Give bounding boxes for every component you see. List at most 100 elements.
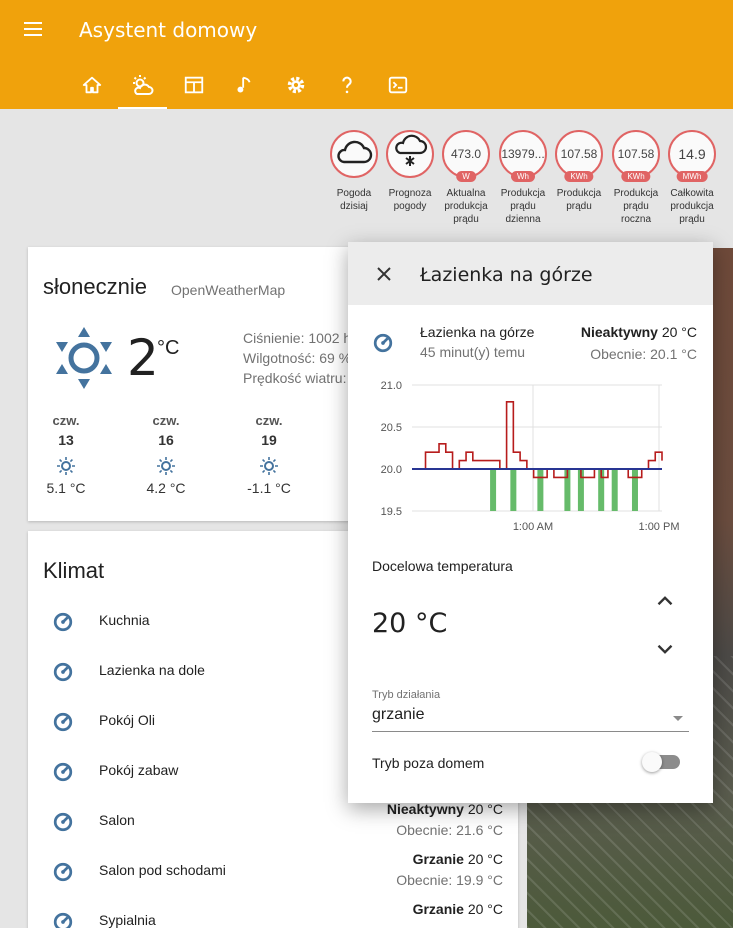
- climate-mode: Grzanie: [412, 851, 464, 867]
- chevron-down-icon[interactable]: [652, 636, 678, 667]
- badge-unit: KWh: [621, 171, 651, 182]
- forecast-date: 13: [58, 432, 74, 448]
- dialog-header: Łazienka na górze: [348, 242, 713, 305]
- weather-partly-cloudy-icon: [131, 74, 155, 103]
- badge-power-now[interactable]: 473.0 W Aktualna produkcja prądu: [441, 130, 491, 226]
- weather-temperature: 2: [127, 329, 159, 387]
- climate-current: Obecnie: 21.6 °C: [396, 822, 503, 838]
- climate-state: Grzanie 20 °C: [413, 851, 503, 867]
- entity-state-mode: Nieaktywny: [580, 324, 658, 340]
- badge-forecast[interactable]: Prognoza pogody: [385, 130, 435, 213]
- y-tick-label: 19.5: [381, 506, 402, 518]
- climate-row[interactable]: Sypialnia Grzanie 20 °C: [28, 897, 518, 928]
- climate-name: Pokój Oli: [99, 712, 156, 728]
- forecast-day: czw.: [152, 413, 180, 428]
- weather-state: słonecznie: [43, 274, 147, 299]
- climate-row[interactable]: Salon Nieaktywny 20 °C Obecnie: 21.6 °C: [28, 797, 518, 847]
- gear-icon: [285, 74, 307, 101]
- climate-name: Pokój zabaw: [99, 762, 179, 778]
- forecast-day: czw.: [255, 413, 283, 428]
- tab-music[interactable]: [219, 64, 270, 109]
- entity-last-changed: 45 minut(y) temu: [420, 344, 526, 360]
- badge-value: 14.9: [678, 146, 706, 162]
- heating-bar: [631, 469, 638, 511]
- weather-pressure: Ciśnienie: 1002 h: [243, 330, 352, 346]
- tab-console[interactable]: [372, 64, 423, 109]
- climate-name: Salon: [99, 812, 135, 828]
- badge-label: Całkowita produkcja prądu: [670, 188, 714, 225]
- chevron-up-icon[interactable]: [652, 588, 678, 619]
- weather-unit: °C: [157, 337, 180, 359]
- badge-unit: KWh: [564, 171, 594, 182]
- more-info-dialog: Łazienka na górze Łazienka na górze 45 m…: [348, 242, 713, 803]
- badge-power-daily[interactable]: 13979... Wh Produkcja prądu dzienna: [498, 130, 548, 226]
- badge-unit: MWh: [676, 171, 708, 182]
- dropdown-caret-icon: [673, 716, 683, 721]
- badge-label: Aktualna produkcja prądu: [444, 188, 488, 225]
- target-temperature-value: 20 °C: [372, 608, 448, 639]
- forecast-day: czw.: [52, 413, 80, 428]
- close-icon[interactable]: [372, 262, 396, 291]
- weather-source: OpenWeatherMap: [171, 282, 286, 298]
- climate-row[interactable]: Salon pod schodami Grzanie 20 °C Obecnie: …: [28, 847, 518, 897]
- snow-icon: [390, 133, 430, 176]
- music-icon: [234, 74, 256, 101]
- climate-target: 20 °C: [467, 851, 503, 867]
- toggle-knob: [642, 752, 662, 772]
- badge-unit: Wh: [511, 171, 535, 182]
- climate-current: Obecnie: 19.9 °C: [396, 872, 503, 888]
- away-mode-toggle[interactable]: [642, 752, 680, 772]
- thermostat-icon: [52, 811, 74, 838]
- forecast-date: 16: [158, 432, 174, 448]
- heating-bar: [510, 469, 517, 511]
- climate-name: Salon pod schodami: [99, 862, 226, 878]
- tab-help[interactable]: [321, 64, 372, 109]
- climate-name: Sypialnia: [99, 912, 156, 928]
- y-tick-label: 21.0: [381, 380, 402, 392]
- weather-wind: Prędkość wiatru:: [243, 370, 347, 386]
- forecast-item: czw. 16 4.2 °C: [128, 413, 204, 496]
- sunny-icon: [56, 327, 112, 394]
- badge-label: Produkcja prądu miesięcz...: [556, 188, 602, 212]
- thermostat-icon: [52, 611, 74, 638]
- heating-bar: [537, 469, 544, 511]
- tab-settings[interactable]: [270, 64, 321, 109]
- badge-value: 473.0: [450, 147, 482, 161]
- console-icon: [387, 74, 409, 101]
- operation-mode-select[interactable]: grzanie: [372, 706, 689, 732]
- climate-name: Lazienka na dole: [99, 662, 205, 678]
- climate-target: 20 °C: [467, 901, 503, 917]
- climate-name: Kuchnia: [99, 612, 150, 628]
- thermostat-icon: [52, 911, 74, 928]
- tab-home[interactable]: [66, 64, 117, 109]
- sunny-icon: [231, 456, 307, 478]
- dialog-title: Łazienka na górze: [420, 264, 593, 286]
- thermostat-icon: [52, 761, 74, 788]
- badge-power-yearly[interactable]: 107.58 KWh Produkcja prądu roczna: [611, 130, 661, 226]
- climate-target: 20 °C: [467, 801, 503, 817]
- climate-state: Grzanie 20 °C: [413, 901, 503, 917]
- climate-mode: Nieaktywny: [386, 801, 464, 817]
- x-tick-label: 1:00 PM: [639, 521, 680, 533]
- badge-value: 13979...: [501, 147, 545, 161]
- forecast-item: czw. 13 5.1 °C: [28, 413, 104, 496]
- badge-value: 107.58: [560, 147, 598, 161]
- weather-humidity: Wilgotność: 69 %: [243, 350, 352, 366]
- climate-mode: Grzanie: [412, 901, 464, 917]
- badge-power-total[interactable]: 14.9 MWh Całkowita produkcja prądu: [667, 130, 717, 226]
- tab-window[interactable]: [168, 64, 219, 109]
- forecast-item: czw. 19 -1.1 °C: [231, 413, 307, 496]
- tab-weather[interactable]: [117, 64, 168, 109]
- thermostat-icon: [372, 332, 394, 359]
- history-chart[interactable]: 21.0 20.5 20.0 19.5 1:00 AM 1:00 PM: [372, 377, 692, 547]
- badge-value: 107.58: [617, 147, 655, 161]
- x-tick-label: 1:00 AM: [513, 521, 553, 533]
- heating-bar: [611, 469, 618, 511]
- y-tick-label: 20.5: [381, 422, 402, 434]
- thermostat-icon: [52, 711, 74, 738]
- menu-icon[interactable]: [22, 18, 48, 40]
- badge-weather-today[interactable]: Pogoda dzisiaj: [329, 130, 379, 213]
- badge-power-monthly[interactable]: 107.58 KWh Produkcja prądu miesięcz...: [554, 130, 604, 213]
- climate-state: Nieaktywny 20 °C: [387, 801, 503, 817]
- sunny-icon: [28, 456, 104, 478]
